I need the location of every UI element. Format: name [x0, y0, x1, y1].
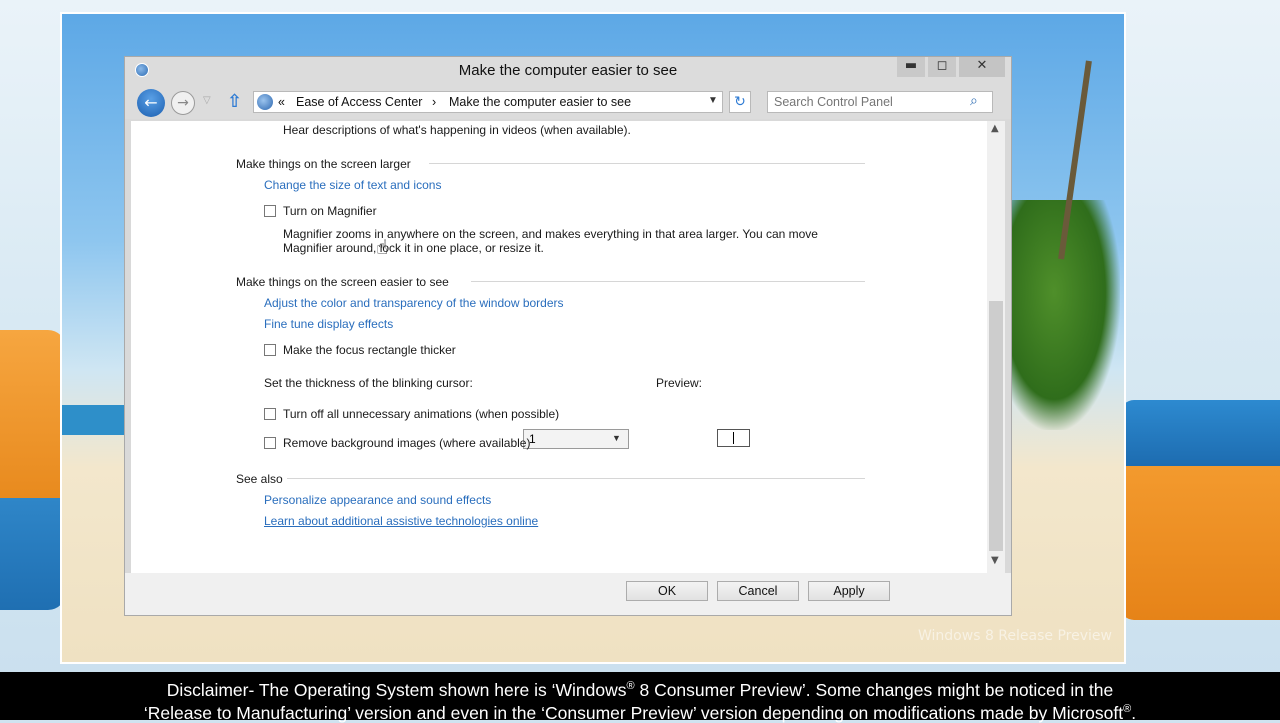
disclaimer-text: 8 Consumer Preview’. Some changes might …	[634, 679, 1114, 700]
maximize-button[interactable]: ◻	[928, 57, 956, 77]
recent-pages-icon[interactable]: ▽	[203, 95, 211, 106]
audio-description-text: Hear descriptions of what's happening in…	[283, 123, 631, 137]
desktop-watermark: Windows 8 Release Preview	[918, 628, 1112, 644]
change-text-size-link[interactable]: Change the size of text and icons	[264, 178, 441, 192]
section-divider	[287, 478, 865, 479]
minimize-button[interactable]: ▬	[897, 57, 925, 77]
vertical-scrollbar[interactable]: ▲ ▼	[987, 121, 1005, 573]
disclaimer-text: Disclaimer- The Operating System shown h…	[166, 679, 627, 700]
breadcrumb-prefix[interactable]: «	[278, 95, 285, 109]
section-heading-larger: Make things on the screen larger	[236, 157, 411, 171]
focus-rectangle-label[interactable]: Make the focus rectangle thicker	[283, 343, 456, 357]
dialog-button-bar: OK Cancel Apply	[125, 573, 1011, 615]
back-arrow-icon[interactable]: ←	[137, 89, 165, 117]
breadcrumb-current-page[interactable]: Make the computer easier to see	[449, 95, 631, 109]
personalize-link[interactable]: Personalize appearance and sound effects	[264, 493, 491, 507]
scroll-down-icon[interactable]: ▼	[991, 555, 999, 566]
ease-of-access-icon	[257, 94, 273, 110]
section-heading-see-also: See also	[236, 472, 283, 486]
window-title: Make the computer easier to see	[458, 62, 678, 79]
hand-pointer-icon: ☝	[376, 235, 389, 259]
disclaimer-line-1: Disclaimer- The Operating System shown h…	[0, 677, 1280, 700]
section-divider	[429, 163, 865, 164]
assistive-technologies-link[interactable]: Learn about additional assistive technol…	[264, 514, 538, 528]
navigation-bar: ← → ▽ ⇧ « Ease of Access Center › Make t…	[125, 85, 1011, 119]
search-box[interactable]: ⌕	[767, 91, 993, 113]
text-cursor-icon	[733, 432, 734, 444]
display-effects-link[interactable]: Fine tune display effects	[264, 317, 393, 331]
magnifier-description-line2: Magnifier around, lock it in one place, …	[283, 241, 544, 255]
section-divider	[471, 281, 865, 282]
magnifier-description-line1: Magnifier zooms in anywhere on the scree…	[283, 227, 818, 241]
address-bar[interactable]: « Ease of Access Center › Make the compu…	[253, 91, 723, 113]
decor-sofa-right	[1120, 400, 1280, 620]
search-input[interactable]	[774, 94, 964, 110]
scroll-thumb[interactable]	[989, 301, 1003, 551]
cursor-preview-box	[717, 429, 750, 447]
wallpaper-water	[62, 405, 132, 435]
section-heading-easier: Make things on the screen easier to see	[236, 275, 449, 289]
cursor-thickness-label: Set the thickness of the blinking cursor…	[264, 376, 473, 390]
registered-mark: ®	[626, 680, 635, 692]
magnifier-label[interactable]: Turn on Magnifier	[283, 204, 377, 218]
ok-button[interactable]: OK	[626, 581, 708, 601]
decor-sofa-left	[0, 330, 66, 610]
breadcrumb-ease-of-access[interactable]: Ease of Access Center	[296, 95, 422, 109]
title-bar[interactable]: Make the computer easier to see ▬ ◻ ✕	[125, 57, 1011, 85]
preview-label: Preview:	[656, 376, 703, 390]
cursor-thickness-select[interactable]: 1 ▼	[523, 429, 629, 449]
registered-mark: ®	[1123, 702, 1132, 715]
content-pane: Hear descriptions of what's happening in…	[131, 121, 1005, 573]
animations-checkbox[interactable]	[264, 408, 276, 420]
window-border-color-link[interactable]: Adjust the color and transparency of the…	[264, 296, 564, 310]
search-icon[interactable]: ⌕	[970, 93, 978, 109]
disclaimer-line-2: ‘Release to Manufacturing’ version and e…	[0, 700, 1280, 723]
control-panel-window: Make the computer easier to see ▬ ◻ ✕ ← …	[124, 56, 1012, 616]
close-button[interactable]: ✕	[959, 57, 1005, 77]
forward-arrow-icon[interactable]: →	[171, 91, 195, 115]
chevron-down-icon[interactable]: ▼	[612, 433, 621, 443]
up-arrow-icon[interactable]: ⇧	[227, 91, 242, 112]
breadcrumb-separator-icon[interactable]: ›	[432, 95, 436, 109]
focus-rectangle-checkbox[interactable]	[264, 344, 276, 356]
background-images-label[interactable]: Remove background images (where availabl…	[283, 436, 530, 450]
background-images-checkbox[interactable]	[264, 437, 276, 449]
refresh-icon[interactable]: ↻	[729, 91, 751, 113]
cancel-button[interactable]: Cancel	[717, 581, 799, 601]
chevron-down-icon[interactable]: ▼	[708, 95, 718, 106]
scroll-up-icon[interactable]: ▲	[991, 123, 999, 134]
disclaimer-banner: Disclaimer- The Operating System shown h…	[0, 672, 1280, 723]
animations-label[interactable]: Turn off all unnecessary animations (whe…	[283, 407, 559, 421]
magnifier-checkbox[interactable]	[264, 205, 276, 217]
apply-button[interactable]: Apply	[808, 581, 890, 601]
